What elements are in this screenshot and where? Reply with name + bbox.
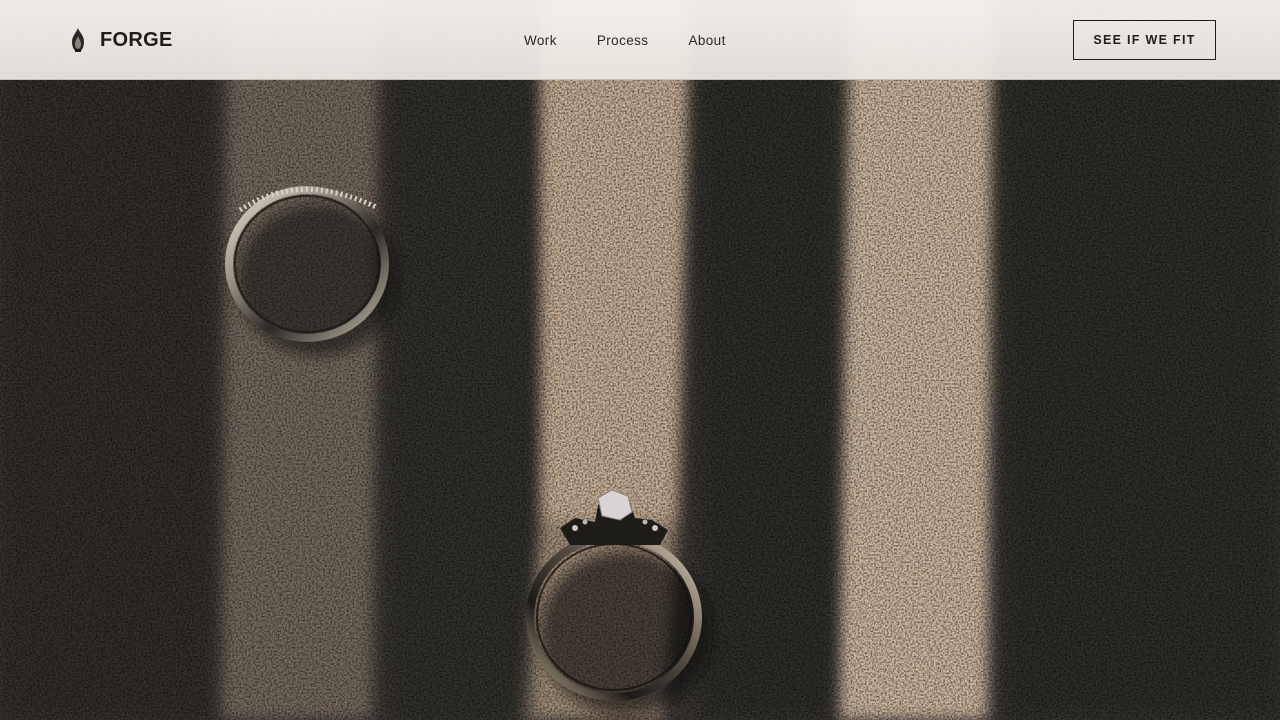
nav-link-about[interactable]: About [668,25,745,56]
landing-page: FORGE Work Process About SEE IF WE FIT [0,0,1280,720]
nav-link-work[interactable]: Work [504,25,577,56]
see-if-we-fit-button[interactable]: SEE IF WE FIT [1073,20,1216,60]
brand-name: FORGE [100,28,173,51]
hero-image [0,0,1280,720]
hero-photo-illustration [0,0,1280,720]
main-nav: Work Process About [504,0,746,80]
flame-logo-icon [72,28,84,52]
site-header: FORGE Work Process About SEE IF WE FIT [0,0,1280,80]
nav-link-process[interactable]: Process [577,25,669,56]
brand-logo-link[interactable]: FORGE [68,0,173,80]
